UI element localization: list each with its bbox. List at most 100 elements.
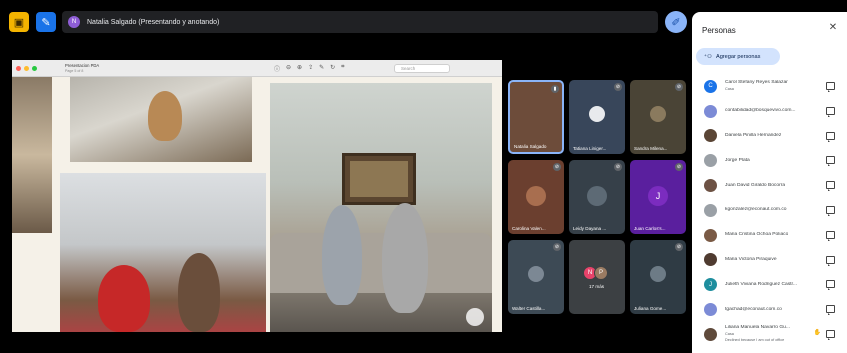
name-text: Maria Victoria Piraquive <box>725 256 777 262</box>
activities-icon[interactable]: ▣ <box>9 12 29 32</box>
name-text: Julieth Viviana Rodriguez Castr... <box>725 281 797 287</box>
participant-tile[interactable]: ⊘ Tatiana Liniger... <box>569 80 625 154</box>
raised-hand-icon: ✋ <box>813 329 821 336</box>
participant-row[interactable]: C Carol Stefany Reyes Salazar Casa <box>692 74 847 99</box>
participant-name: Maria Cristina Ochoa Poliaco <box>725 232 788 238</box>
avatar <box>704 253 717 267</box>
participant-name: Carolina Valen... <box>512 226 546 231</box>
participant-location: Casa <box>725 87 734 92</box>
chat-icon[interactable] <box>826 205 835 216</box>
chat-icon[interactable] <box>826 131 835 142</box>
participant-name: Maria Victoria Piraquive <box>725 257 777 263</box>
participant-name: Juliana Gome... <box>634 306 667 311</box>
name-text: Jorge Plata <box>725 157 750 163</box>
people-list: C Carol Stefany Reyes Salazar Casa contabil… <box>692 74 847 347</box>
pdf-page <box>12 77 502 332</box>
share-icon[interactable]: ⇪ <box>308 64 313 73</box>
chat-icon[interactable] <box>826 230 835 241</box>
participant-name: Walter Castilla... <box>512 306 546 311</box>
person-woman <box>178 253 220 332</box>
participant-row[interactable]: Jorge Plata <box>692 148 847 173</box>
minimize-window-icon[interactable] <box>24 65 29 71</box>
chat-icon[interactable] <box>826 305 835 316</box>
name-text: contabilidad@bosquevivo.com... <box>725 108 796 114</box>
presenter-avatar: N <box>68 16 80 28</box>
avatar <box>704 104 717 118</box>
chat-icon[interactable] <box>826 82 835 92</box>
participant-row[interactable]: Liliana Manuela Navarro Gu... Casa Decline… <box>692 322 847 347</box>
avatar: C <box>704 79 717 93</box>
shared-screen: Presentacion PDA Page 5 of 8 ⓘ ⊖ ⊕ ⇪ ✎ ↻… <box>12 60 502 332</box>
avatar: J <box>704 278 717 292</box>
participant-tile[interactable]: ⊘ Carolina Valen... <box>508 160 564 234</box>
participant-row[interactable]: J Julieth Viviana Rodriguez Castr... <box>692 272 847 297</box>
participant-row[interactable]: Juan David Giraldo Bocorra <box>692 173 847 198</box>
participant-row[interactable]: Daniela Pinilla Hernandez <box>692 124 847 149</box>
annotate-icon[interactable]: ✐ <box>665 11 687 33</box>
zoom-out-icon[interactable]: ⊖ <box>286 64 291 73</box>
pdf-viewer-toolbar: Presentacion PDA Page 5 of 8 ⓘ ⊖ ⊕ ⇪ ✎ ↻… <box>12 60 502 77</box>
avatar <box>650 106 666 122</box>
dog-shape <box>148 91 182 141</box>
document-page: Page 5 of 8 <box>65 68 84 73</box>
speaking-icon: ▮ <box>551 85 559 93</box>
avatar: J <box>648 186 668 206</box>
participant-row[interactable]: Maria Victoria Piraquive <box>692 248 847 273</box>
add-people-button[interactable]: ⁺⚇ Agregar personas <box>696 48 780 65</box>
page-indicator <box>466 308 484 326</box>
name-text: Maria Cristina Ochoa Poliaco <box>725 232 789 238</box>
participant-name: Natalia Salgado <box>514 144 547 149</box>
participant-row[interactable]: tgachad@econaut.com.co <box>692 297 847 322</box>
participant-name: Leidy Dayana ... <box>573 226 607 231</box>
name-text: tgachad@econaut.com.co <box>725 306 782 312</box>
person-right <box>382 203 428 313</box>
close-window-icon[interactable] <box>16 65 21 71</box>
markup-icon[interactable]: ✎ <box>319 64 324 73</box>
more-participants-tile[interactable]: N P 17 más <box>569 240 625 314</box>
name-text: Carol Stefany Reyes Salazar <box>725 80 788 86</box>
maximize-window-icon[interactable] <box>32 65 37 71</box>
participant-tile[interactable]: ⊘ Walter Castilla... <box>508 240 564 314</box>
participant-tile[interactable]: ⊘ Sandra Milena... <box>630 80 686 154</box>
presenter-chip[interactable]: N Natalia Salgado (Presentando y anotand… <box>62 11 658 33</box>
participant-row[interactable]: contabilidad@bosquevivo.com... <box>692 99 847 124</box>
info-icon[interactable]: ⓘ <box>274 64 280 73</box>
mic-off-icon: ⊘ <box>614 163 622 171</box>
crop-icon[interactable]: ⌗ <box>341 64 344 73</box>
chat-icon[interactable] <box>826 255 835 266</box>
whiteboard-icon[interactable]: ✎ <box>36 12 56 32</box>
avatar <box>528 266 544 282</box>
person-left <box>322 205 362 305</box>
participant-row[interactable]: kgonzalez@econaut.com.co <box>692 198 847 223</box>
avatar <box>704 179 717 193</box>
participant-tile[interactable]: ⊘ Leidy Dayana ... <box>569 160 625 234</box>
participant-row[interactable]: Maria Cristina Ochoa Poliaco <box>692 223 847 248</box>
chat-icon[interactable] <box>826 156 835 167</box>
viewer-search-input[interactable]: Search <box>394 64 450 73</box>
add-people-label: Agregar personas <box>715 53 761 60</box>
chat-icon[interactable] <box>826 329 835 340</box>
avatar <box>704 129 717 143</box>
person-add-icon: ⁺⚇ <box>704 53 712 60</box>
chat-icon[interactable] <box>826 106 835 117</box>
rotate-icon[interactable]: ↻ <box>330 64 335 73</box>
zoom-in-icon[interactable]: ⊕ <box>297 64 302 73</box>
wall-painting <box>342 153 416 205</box>
chat-icon[interactable] <box>826 181 835 192</box>
participant-grid: ▮ Natalia Salgado ⊘ Tatiana Liniger... ⊘… <box>508 80 688 316</box>
participant-tile[interactable]: ⊘ Juliana Gome... <box>630 240 686 314</box>
window-controls[interactable] <box>16 65 37 71</box>
close-icon[interactable]: ✕ <box>827 22 839 34</box>
avatar: P <box>594 266 608 280</box>
panel-title: Personas <box>702 26 736 35</box>
viewer-title: Presentacion PDA Page 5 of 8 <box>65 63 99 74</box>
photo-couple-on-sofa <box>270 83 492 332</box>
mic-off-icon: ⊘ <box>553 163 561 171</box>
photo-dog-left <box>12 77 52 233</box>
people-panel: Personas ✕ ⁺⚇ Agregar personas C Carol St… <box>692 12 847 353</box>
more-avatars: N P <box>583 266 608 280</box>
participant-tile[interactable]: ▮ Natalia Salgado <box>508 80 564 154</box>
participant-name: Carol Stefany Reyes Salazar Casa <box>725 80 788 92</box>
participant-tile[interactable]: ⊘ J Juan Carlos's... <box>630 160 686 234</box>
chat-icon[interactable] <box>826 280 835 291</box>
